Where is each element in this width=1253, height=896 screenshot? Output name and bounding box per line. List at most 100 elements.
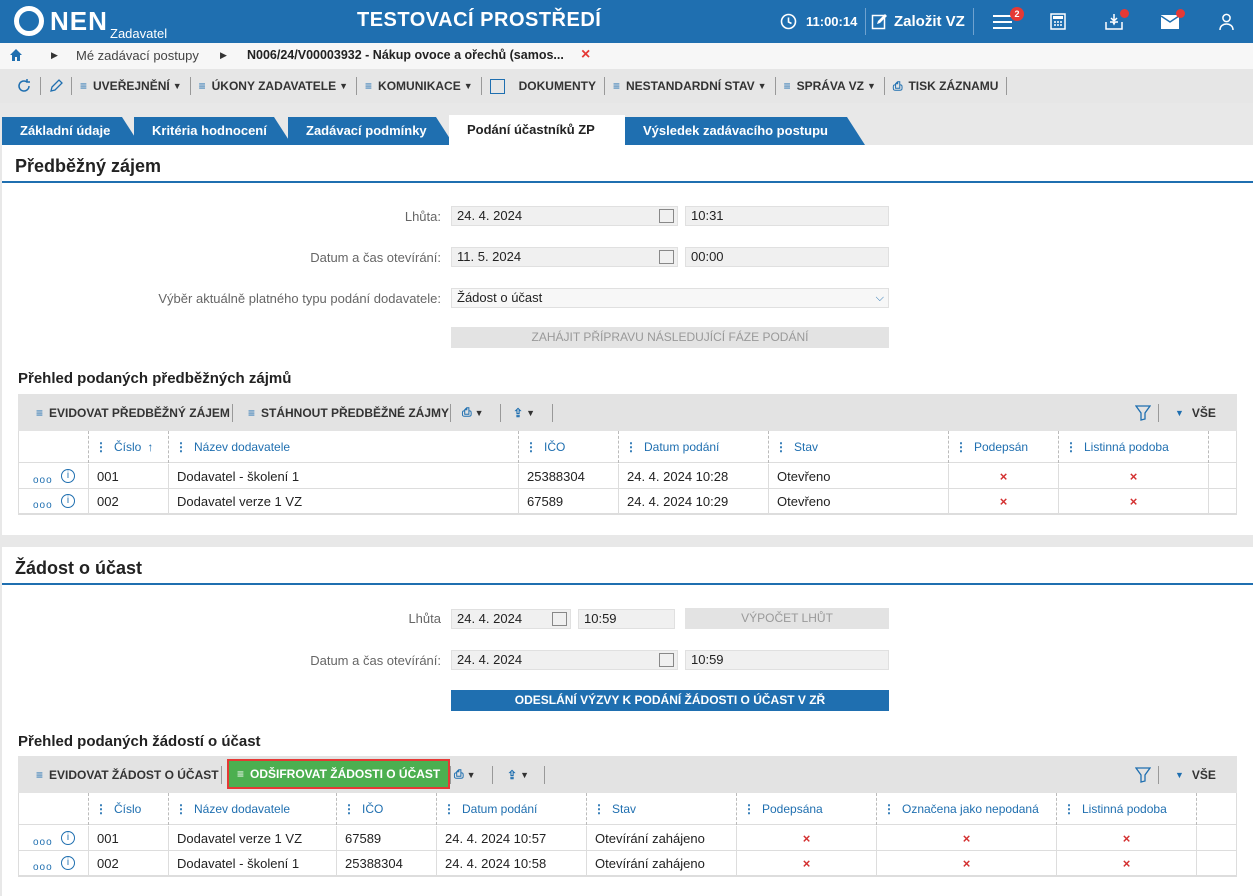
table-row[interactable]: ooo i 001 Dodavatel verze 1 VZ 67589 24. …	[19, 826, 1236, 851]
edit-button[interactable]	[41, 69, 71, 103]
column-header-date[interactable]: ⋮ Datum podání	[619, 431, 769, 463]
deadline-date-field[interactable]: 24. 4. 2024	[451, 609, 571, 629]
documents-button[interactable]: DOKUMENTY	[482, 69, 604, 103]
column-header-supplier[interactable]: ⋮ Název dodavatele	[169, 793, 337, 825]
decrypt-requests-button[interactable]: ≡ ODŠIFROVAT ŽÁDOSTI O ÚČAST	[227, 759, 451, 789]
column-header-supplier[interactable]: ⋮ Název dodavatele	[169, 431, 519, 463]
deadline-time-field[interactable]: 10:59	[578, 609, 675, 629]
cross-icon: ×	[949, 489, 1059, 514]
filter-button[interactable]	[1135, 756, 1151, 793]
tab-result[interactable]: Výsledek zadávacího postupu	[625, 117, 865, 145]
opening-time-field[interactable]: 00:00	[685, 247, 889, 267]
messages-button[interactable]	[1161, 0, 1179, 43]
actions-menu[interactable]: ≡ ÚKONY ZADAVATELE ▼	[191, 69, 356, 103]
column-header-signed[interactable]: ⋮ Podepsána	[737, 793, 877, 825]
actions-label: ÚKONY ZADAVATELE	[211, 79, 337, 93]
create-vz-button[interactable]: Založit VZ	[871, 0, 965, 43]
calculate-deadlines-button[interactable]: VÝPOČET LHŮT	[685, 608, 889, 629]
cross-icon: ×	[1057, 851, 1197, 876]
print-grid-button[interactable]: ⎙ ▼	[454, 756, 476, 793]
calendar-icon[interactable]	[659, 209, 674, 223]
tab-basic-info[interactable]: Základní údaje	[2, 117, 140, 145]
nen-logo[interactable]: NEN	[14, 6, 108, 36]
list-action-icon: ≡	[248, 405, 256, 420]
calendar-icon[interactable]	[552, 612, 567, 626]
column-header-not-submitted[interactable]: ⋮ Označena jako nepodaná	[877, 793, 1057, 825]
caret-down-icon: ▼	[526, 407, 535, 418]
nonstandard-menu[interactable]: ≡ NESTANDARDNÍ STAV ▼	[605, 69, 775, 103]
section-title: Předběžný zájem	[2, 145, 1253, 183]
submission-type-select[interactable]: Žádost o účast ⌵	[451, 288, 889, 308]
print-label: TISK ZÁZNAMU	[908, 79, 999, 93]
download-interests-button[interactable]: ≡ STÁHNOUT PŘEDBĚŽNÉ ZÁJMY	[248, 394, 449, 431]
register-request-button[interactable]: ≡ EVIDOVAT ŽÁDOST O ÚČAST	[36, 756, 219, 793]
table-header: ⋮ Číslo ⋮ Název dodavatele ⋮ IČO ⋮ Datum pod…	[19, 793, 1236, 825]
caret-down-icon: ▼	[866, 81, 876, 91]
filter-button[interactable]	[1135, 394, 1151, 431]
column-header-ico[interactable]: ⋮ IČO	[519, 431, 619, 463]
communication-label: KOMUNIKACE	[378, 79, 461, 93]
register-interest-button[interactable]: ≡ EVIDOVAT PŘEDBĚŽNÝ ZÁJEM	[36, 394, 230, 431]
table-row[interactable]: ooo i 002 Dodavatel - školení 1 25388304 …	[19, 851, 1236, 876]
show-all-button[interactable]: ▼ VŠE	[1175, 394, 1216, 431]
deadline-date-field[interactable]: 24. 4. 2024	[451, 206, 678, 226]
menu-button[interactable]	[993, 0, 1012, 43]
tab-bar: Základní údaje Kritéria hodnocení Zadáva…	[0, 103, 1253, 145]
opening-date-field[interactable]: 24. 4. 2024	[451, 650, 678, 670]
column-header-status[interactable]: ⋮ Stav	[587, 793, 737, 825]
send-invitation-button[interactable]: ODESLÁNÍ VÝZVY K PODÁNÍ ŽÁDOSTI O ÚČAST …	[451, 690, 889, 711]
column-header-paper[interactable]: ⋮ Listinná podoba	[1059, 431, 1209, 463]
cell-number: 002	[97, 851, 169, 876]
close-breadcrumb-icon[interactable]: ×	[581, 46, 590, 64]
cell-supplier: Dodavatel verze 1 VZ	[177, 826, 337, 851]
column-header-signed[interactable]: ⋮ Podepsán	[949, 431, 1059, 463]
column-header-ico[interactable]: ⋮ IČO	[337, 793, 437, 825]
breadcrumb-arrow-icon: ▶	[220, 50, 227, 60]
management-menu[interactable]: ≡ SPRÁVA VZ ▼	[776, 69, 884, 103]
communication-menu[interactable]: ≡ KOMUNIKACE ▼	[357, 69, 481, 103]
export-grid-button[interactable]: ⇪ ▼	[507, 756, 529, 793]
print-button[interactable]: ⎙ TISK ZÁZNAMU	[885, 69, 1007, 103]
document-icon	[489, 78, 505, 94]
caret-down-icon: ▼	[172, 81, 182, 91]
opening-date-field[interactable]: 11. 5. 2024	[451, 247, 678, 267]
breadcrumb-item-my-procedures[interactable]: Mé zadávací postupy	[76, 48, 199, 63]
logo-circle-icon	[14, 6, 44, 36]
opening-time-field[interactable]: 10:59	[685, 650, 889, 670]
calendar-icon[interactable]	[659, 653, 674, 667]
column-header-date[interactable]: ⋮ Datum podání	[437, 793, 587, 825]
table-row[interactable]: ooo i 002 Dodavatel verze 1 VZ 67589 24. …	[19, 489, 1236, 514]
table-row[interactable]: ooo i 001 Dodavatel - školení 1 25388304 …	[19, 464, 1236, 489]
list-action-icon: ≡	[783, 79, 791, 93]
next-phase-button[interactable]: ZAHÁJIT PŘÍPRAVU NÁSLEDUJÍCÍ FÁZE PODÁNÍ	[451, 327, 889, 348]
print-grid-button[interactable]: ⎙ ▼	[462, 394, 484, 431]
tab-conditions[interactable]: Zadávací podmínky	[288, 117, 454, 145]
deadline-time-field[interactable]: 10:31	[685, 206, 889, 226]
home-icon[interactable]	[9, 48, 23, 65]
user-button[interactable]	[1219, 0, 1234, 43]
column-header-paper[interactable]: ⋮ Listinná podoba	[1057, 793, 1197, 825]
column-header-number[interactable]: ⋮ Číslo ↑	[89, 431, 169, 463]
menu-badge: 2	[1010, 7, 1024, 21]
cell-supplier: Dodavatel - školení 1	[177, 464, 519, 489]
tab-evaluation-criteria[interactable]: Kritéria hodnocení	[134, 117, 292, 145]
refresh-button[interactable]	[0, 69, 40, 103]
share-icon: ⇪	[513, 405, 524, 420]
tab-submissions[interactable]: Podání účastníků ZP	[449, 115, 625, 145]
calculator-button[interactable]	[1050, 0, 1066, 43]
breadcrumb-item-procedure[interactable]: N006/24/V00003932 - Nákup ovoce a ořechů…	[247, 48, 564, 62]
download-interests-label: STÁHNOUT PŘEDBĚŽNÉ ZÁJMY	[261, 405, 450, 420]
caret-down-icon: ▼	[474, 407, 484, 418]
show-all-button[interactable]: ▼ VŠE	[1175, 756, 1216, 793]
grid-toolbar: ≡ EVIDOVAT PŘEDBĚŽNÝ ZÁJEM ≡ STÁHNOUT PŘED…	[18, 394, 1237, 431]
column-header-number[interactable]: ⋮ Číslo	[89, 793, 169, 825]
printer-icon: ⎙	[462, 405, 472, 419]
calendar-icon[interactable]	[659, 250, 674, 264]
caret-down-icon: ▼	[463, 81, 473, 91]
export-grid-button[interactable]: ⇪ ▼	[513, 394, 535, 431]
opening-date-value: 11. 5. 2024	[457, 249, 522, 264]
column-header-status[interactable]: ⋮ Stav	[769, 431, 949, 463]
list-action-icon: ≡	[36, 767, 44, 782]
inbox-button[interactable]	[1105, 0, 1123, 43]
publish-menu[interactable]: ≡ UVEŘEJNĚNÍ ▼	[72, 69, 190, 103]
